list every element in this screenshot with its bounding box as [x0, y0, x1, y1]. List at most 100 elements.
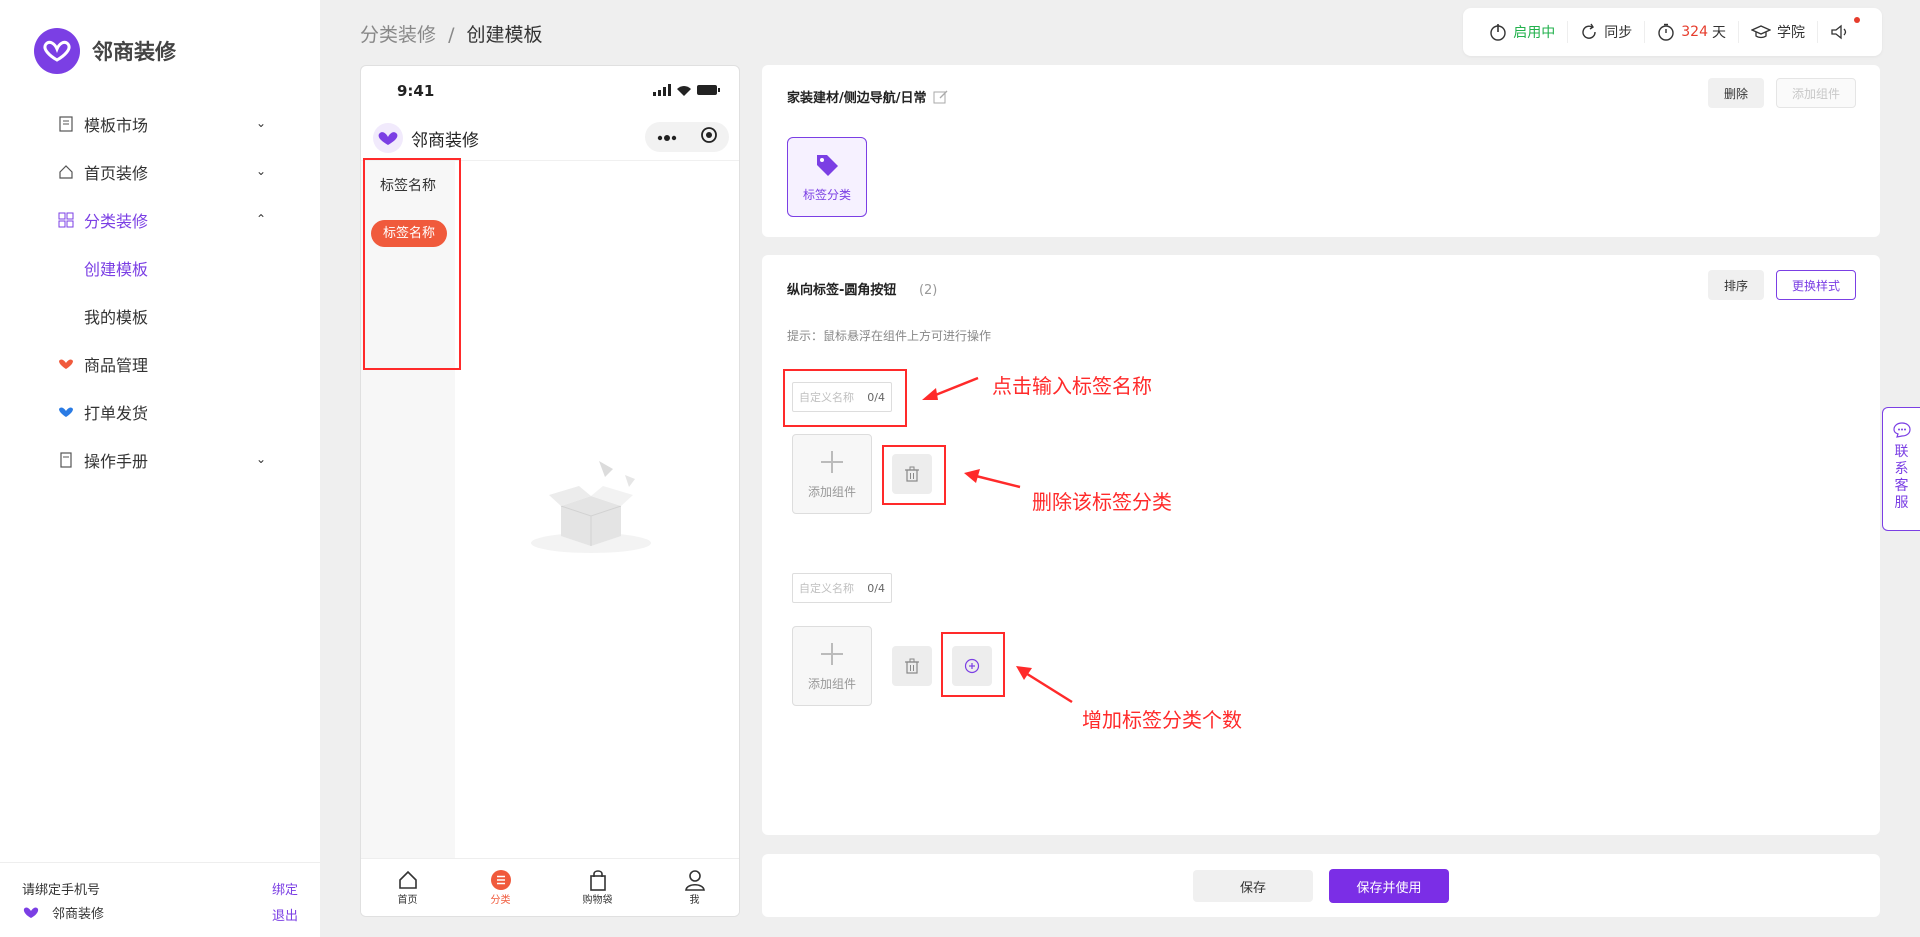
home-icon — [56, 162, 76, 182]
academy-button[interactable]: 学院 — [1739, 21, 1818, 43]
academy-label: 学院 — [1777, 25, 1805, 41]
phone-logo-icon — [373, 123, 403, 153]
template-path: 家装建材/侧边导航/日常 — [787, 87, 949, 106]
contact-service-button[interactable]: 联 系 客 服 — [1882, 407, 1920, 531]
sidebar-footer: 请绑定手机号 绑定 邻商装修 退出 — [0, 862, 320, 937]
phone-tab-me[interactable]: 我 — [684, 869, 706, 906]
action-bar: 保存 保存并使用 — [762, 854, 1880, 917]
plus-icon — [821, 450, 843, 473]
phone-title-bar: 邻商装修 — [361, 116, 739, 161]
service-label-char: 客 — [1894, 478, 1909, 494]
days-unit: 天 — [1712, 25, 1726, 41]
arrow-icon — [922, 376, 979, 400]
add-component-tile[interactable]: 添加组件 — [792, 626, 872, 706]
speaker-icon — [1831, 24, 1847, 40]
signal-wifi-battery-icon — [653, 82, 721, 100]
sidebar: 邻商装修 模板市场 ⌄ 首页装修 ⌄ 分类装修 ⌃ 创建模板 我的模板 商品管理 — [0, 0, 320, 937]
input-placeholder: 自定义名称 — [799, 582, 854, 595]
delete-button[interactable]: 删除 — [1708, 78, 1764, 108]
brand-name: 邻商装修 — [92, 40, 176, 64]
tag-category-component[interactable]: 标签分类 — [787, 137, 867, 217]
highlight-frame-delete — [882, 445, 946, 505]
phone-tab-category[interactable]: 分类 — [490, 869, 512, 906]
change-style-button[interactable]: 更换样式 — [1776, 270, 1856, 300]
sidebar-item-label: 模板市场 — [84, 116, 149, 135]
timer-icon — [1658, 23, 1674, 41]
graduation-cap-icon — [1751, 25, 1771, 39]
sync-icon — [1582, 23, 1596, 39]
sidebar-item-label: 分类装修 — [84, 212, 149, 231]
add-component-tile[interactable]: 添加组件 — [792, 434, 872, 514]
sync-button[interactable]: 同步 — [1568, 21, 1646, 43]
tab-label: 购物袋 — [582, 895, 613, 906]
template-path-panel: 家装建材/侧边导航/日常 删除 添加组件 标签分类 — [762, 65, 1880, 237]
logout-link[interactable]: 退出 — [272, 905, 298, 924]
days-value: 324 — [1681, 24, 1708, 40]
breadcrumb-current: 创建模板 — [466, 24, 543, 46]
sidebar-item-template-market[interactable]: 模板市场 ⌄ — [56, 100, 266, 148]
sidebar-item-label: 打单发货 — [84, 404, 149, 423]
chevron-down-icon: ⌄ — [255, 116, 266, 130]
status-toggle[interactable]: 启用中 — [1477, 21, 1569, 43]
annotation-input-name: 点击输入标签名称 — [992, 374, 1152, 398]
component-title: 纵向标签-圆角按钮 (2) — [787, 279, 937, 298]
mini-program-capsule[interactable] — [645, 122, 729, 152]
add-component-label: 添加组件 — [807, 484, 856, 499]
sidebar-item-goods[interactable]: 商品管理 — [56, 340, 266, 388]
sync-label: 同步 — [1604, 25, 1633, 41]
sidebar-item-shipping[interactable]: 打单发货 — [56, 388, 266, 436]
phone-tab-home[interactable]: 首页 — [397, 869, 419, 906]
remaining-days[interactable]: 324 天 — [1645, 21, 1739, 43]
status-label: 启用中 — [1513, 25, 1556, 41]
sidebar-item-home-decor[interactable]: 首页装修 ⌄ — [56, 148, 266, 196]
close-target-icon[interactable] — [700, 126, 718, 148]
save-and-use-button[interactable]: 保存并使用 — [1329, 869, 1449, 903]
sidebar-item-label: 首页装修 — [84, 164, 149, 183]
save-button[interactable]: 保存 — [1193, 870, 1313, 902]
highlight-frame-add — [941, 632, 1005, 697]
sidebar-item-my-templates[interactable]: 我的模板 — [56, 292, 266, 340]
sidebar-item-category-decor[interactable]: 分类装修 ⌃ — [56, 196, 266, 244]
sidebar-item-create-template[interactable]: 创建模板 — [56, 244, 266, 292]
user-icon — [684, 870, 705, 891]
empty-box-illustration-icon — [521, 451, 661, 565]
breadcrumb-parent[interactable]: 分类装修 — [360, 24, 436, 46]
highlight-frame-name-input — [783, 369, 907, 427]
chevron-down-icon: ⌄ — [255, 164, 266, 178]
home-icon — [398, 870, 417, 889]
template-icon — [56, 114, 76, 134]
sidebar-item-label: 创建模板 — [84, 260, 149, 279]
chevron-down-icon: ⌄ — [255, 452, 266, 466]
tab-label: 我 — [689, 895, 700, 906]
phone-tab-bag[interactable]: 购物袋 — [583, 869, 613, 906]
arrow-icon — [1016, 666, 1073, 704]
hover-hint: 提示：鼠标悬浮在组件上方可进行操作 — [787, 329, 992, 343]
service-label-char: 服 — [1894, 495, 1909, 511]
manual-icon — [56, 450, 76, 470]
top-toolbar: 启用中 同步 324 天 学院 — [1463, 8, 1882, 56]
sidebar-item-label: 商品管理 — [84, 356, 149, 375]
tab-label: 首页 — [397, 895, 418, 906]
service-label-char: 联 — [1894, 444, 1909, 460]
list-icon — [490, 870, 511, 890]
sidebar-item-manual[interactable]: 操作手册 ⌄ — [56, 436, 266, 484]
more-dots-icon[interactable] — [657, 129, 677, 145]
bind-link[interactable]: 绑定 — [272, 879, 298, 898]
chevron-up-icon: ⌃ — [255, 212, 266, 226]
arrow-icon — [964, 469, 1021, 489]
notification-button[interactable] — [1818, 17, 1868, 43]
component-label: 标签分类 — [802, 187, 851, 202]
char-counter: 0/4 — [867, 581, 885, 595]
delete-tag-button[interactable] — [892, 646, 932, 686]
shop-name: 邻商装修 — [52, 907, 105, 923]
goods-icon — [56, 354, 76, 374]
sidebar-nav: 模板市场 ⌄ 首页装修 ⌄ 分类装修 ⌃ 创建模板 我的模板 商品管理 打单发货 — [56, 100, 266, 484]
phone-tab-bar: 首页 分类 购物袋 我 — [361, 858, 739, 916]
edit-icon[interactable] — [933, 89, 949, 105]
add-component-button[interactable]: 添加组件 — [1776, 78, 1856, 108]
phone-title: 邻商装修 — [411, 130, 479, 151]
tab-label: 分类 — [490, 895, 511, 906]
brand-logo[interactable]: 邻商装修 — [34, 28, 176, 74]
tag-name-input[interactable]: 自定义名称 0/4 — [792, 573, 892, 603]
sort-button[interactable]: 排序 — [1708, 270, 1764, 300]
